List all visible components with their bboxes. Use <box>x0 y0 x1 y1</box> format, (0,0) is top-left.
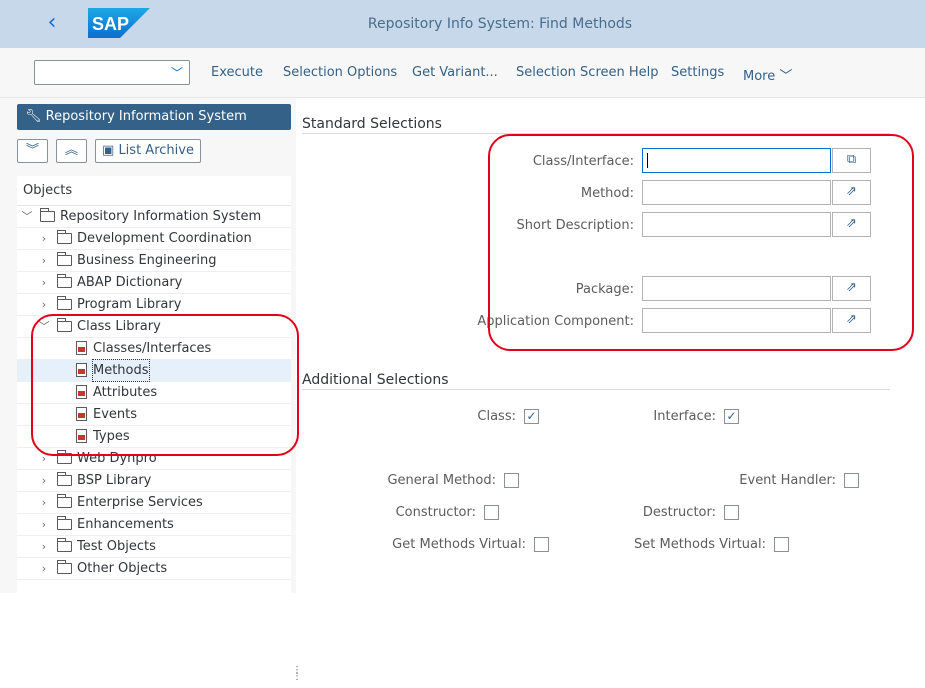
tree-row[interactable]: › Program Library <box>17 294 291 316</box>
tree-item-label: Repository Information System <box>60 209 262 224</box>
back-icon[interactable]: ‹ <box>38 10 66 38</box>
selection-screen-help-button[interactable]: Selection Screen Help <box>516 65 659 80</box>
expand-node-icon[interactable]: › <box>38 492 50 513</box>
variant-dropdown[interactable]: ﹀ <box>34 60 190 85</box>
folder-icon <box>57 296 72 310</box>
general-method-checkbox-label: General Method: <box>387 473 496 488</box>
tree-item-label: BSP Library <box>77 473 152 488</box>
tree-row[interactable]: › ABAP Dictionary <box>17 272 291 294</box>
folder-icon <box>57 472 72 486</box>
highlight-oval <box>31 314 299 456</box>
expand-node-icon[interactable]: › <box>38 272 50 293</box>
toolbar: ﹀ Execute Selection Options Get Variant.… <box>0 48 925 98</box>
repository-information-system-button[interactable]: 🔧︎ Repository Information System <box>17 104 291 130</box>
folder-icon <box>57 274 72 288</box>
execute-button[interactable]: Execute <box>211 65 263 80</box>
tree-item-label: Test Objects <box>77 539 156 554</box>
collapse-all-button[interactable]: ︽ <box>56 139 87 163</box>
folder-icon <box>57 560 72 574</box>
constructor-checkbox-label: Constructor: <box>395 505 476 520</box>
tree-row[interactable]: › Other Objects <box>17 558 291 580</box>
additional-selections-title: Additional Selections <box>302 372 449 388</box>
sap-logo: SAP <box>88 8 150 38</box>
page-title: Repository Info System: Find Methods <box>367 16 633 32</box>
tree-item-label: Enhancements <box>77 517 174 532</box>
divider <box>302 389 890 390</box>
tree-row[interactable]: › Enterprise Services <box>17 492 291 514</box>
standard-selections-title: Standard Selections <box>302 116 442 132</box>
chevron-down-icon: ﹀ <box>779 69 793 84</box>
expand-node-icon[interactable]: › <box>38 514 50 535</box>
tree-row[interactable]: › Enhancements <box>17 514 291 536</box>
folder-icon <box>57 252 72 266</box>
destructor-checkbox-label: Destructor: <box>642 505 716 520</box>
wrench-icon: 🔧︎ <box>25 109 42 124</box>
expand-node-icon[interactable]: › <box>38 228 50 249</box>
get-methods-virtual-checkbox-label: Get Methods Virtual: <box>392 537 526 552</box>
more-label: More <box>743 69 776 84</box>
tree-item-label: Business Engineering <box>77 253 217 268</box>
tree-row[interactable]: ﹀ Repository Information System <box>17 206 291 228</box>
folder-icon <box>57 538 72 552</box>
list-archive-label: List Archive <box>118 143 194 158</box>
folder-icon <box>57 516 72 530</box>
destructor-checkbox[interactable] <box>724 505 739 520</box>
chevron-down-icon: ﹀ <box>170 66 183 80</box>
objects-header: Objects <box>17 176 291 206</box>
event-handler-checkbox[interactable] <box>844 473 859 488</box>
selection-options-button[interactable]: Selection Options <box>283 65 397 80</box>
more-button[interactable]: More ﹀ <box>743 65 792 84</box>
get-variant-button[interactable]: Get Variant... <box>412 65 498 80</box>
settings-button[interactable]: Settings <box>671 65 724 80</box>
shell-bar: ‹ SAP Repository Info System: Find Metho… <box>0 0 925 48</box>
collapse-node-icon[interactable]: ﹀ <box>21 206 33 227</box>
folder-icon <box>57 494 72 508</box>
expand-node-icon[interactable]: › <box>38 294 50 315</box>
tree-row[interactable]: › Development Coordination <box>17 228 291 250</box>
expand-node-icon[interactable]: › <box>38 250 50 271</box>
folder-icon <box>57 230 72 244</box>
class-checkbox-label: Class: <box>477 409 516 424</box>
svg-text:SAP: SAP <box>92 14 129 34</box>
tree-item-label: Enterprise Services <box>77 495 203 510</box>
tree-row[interactable]: › Business Engineering <box>17 250 291 272</box>
get-methods-virtual-checkbox[interactable] <box>534 537 549 552</box>
interface-checkbox-label: Interface: <box>653 409 716 424</box>
archive-icon: ▣ <box>102 143 115 158</box>
set-methods-virtual-checkbox[interactable] <box>774 537 789 552</box>
double-chevron-down-icon: ︾ <box>25 143 39 158</box>
expand-node-icon[interactable]: › <box>38 536 50 557</box>
folder-icon <box>40 208 55 222</box>
list-archive-button[interactable]: ▣ List Archive <box>95 139 201 163</box>
tree-item-label: Program Library <box>77 297 182 312</box>
tree-item-label: Other Objects <box>77 561 168 576</box>
tree-item-label: ABAP Dictionary <box>77 275 183 290</box>
event-handler-checkbox-label: Event Handler: <box>739 473 836 488</box>
button-label: Repository Information System <box>45 109 247 124</box>
general-method-checkbox[interactable] <box>504 473 519 488</box>
constructor-checkbox[interactable] <box>484 505 499 520</box>
tree-row[interactable]: › Test Objects <box>17 536 291 558</box>
expand-node-icon[interactable]: › <box>38 470 50 491</box>
highlight-oval <box>488 134 914 351</box>
tree-item-label: Development Coordination <box>77 231 252 246</box>
tree-row[interactable]: › BSP Library <box>17 470 291 492</box>
expand-node-icon[interactable]: › <box>38 558 50 579</box>
interface-checkbox[interactable]: ✓ <box>724 409 739 424</box>
double-chevron-up-icon: ︽ <box>64 143 78 158</box>
splitter-handle[interactable]: ⋮ ⋮ <box>292 666 302 688</box>
set-methods-virtual-checkbox-label: Set Methods Virtual: <box>634 537 766 552</box>
expand-all-button[interactable]: ︾ <box>17 139 48 163</box>
